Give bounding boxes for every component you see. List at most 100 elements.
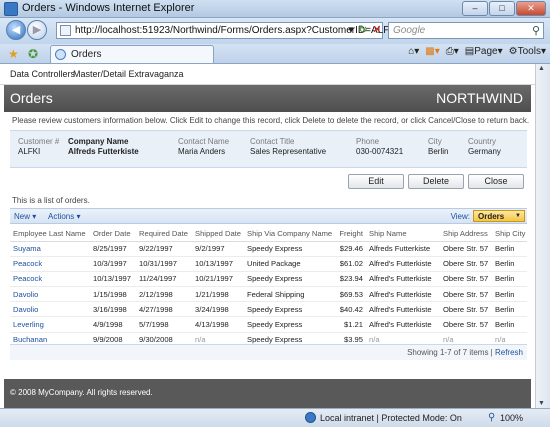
table-row[interactable]: Peacock 10/13/1997 11/24/1997 10/21/1997…: [10, 271, 527, 288]
scroll-down-icon[interactable]: ▼: [538, 400, 545, 407]
cell-shipped-date: 10/21/1997: [192, 271, 244, 288]
cell-ship-via: Speedy Express: [244, 241, 334, 257]
menu-item-data-controllers[interactable]: Data Controllers: [10, 69, 75, 79]
zoom-level[interactable]: 100%: [500, 413, 523, 423]
page-title: Orders: [10, 90, 53, 106]
page-menu[interactable]: ▤Page▾: [465, 46, 503, 57]
refresh-link[interactable]: Refresh: [495, 348, 523, 357]
field-contact-title: Contact Title Sales Representative: [250, 137, 326, 156]
column-header[interactable]: Ship Address: [440, 226, 492, 242]
view-selector[interactable]: Orders ▼: [473, 210, 525, 222]
maximize-button[interactable]: □: [489, 1, 515, 16]
cell-required-date: 2/12/1998: [136, 286, 192, 303]
delete-button[interactable]: Delete: [408, 174, 464, 189]
cell-shipped-date: 3/24/1998: [192, 301, 244, 318]
zoom-icon[interactable]: ⚲: [488, 412, 495, 423]
cell-order-date: 8/25/1997: [90, 241, 136, 257]
cell-order-date: 4/9/1998: [90, 316, 136, 333]
cell-shipped-date: 9/2/1997: [192, 241, 244, 257]
cell-freight: $1.21: [334, 316, 366, 333]
cell-employee[interactable]: Peacock: [10, 256, 90, 272]
forward-button[interactable]: ▶: [27, 20, 47, 40]
grid-action-bar: New ▾ Actions ▾ View: Orders ▼: [10, 208, 527, 224]
close-window-button[interactable]: ✕: [516, 1, 546, 16]
refresh-icon[interactable]: ↻: [356, 23, 370, 37]
field-value: Maria Anders: [178, 147, 226, 156]
add-favorite-icon[interactable]: ✪: [28, 47, 38, 61]
status-bar: Local intranet | Protected Mode: On ⚲ 10…: [0, 408, 550, 427]
close-button[interactable]: Close: [468, 174, 524, 189]
command-bar: ⌂▾ ▩▾ ⎙▾ ▤Page▾ ⚙Tools▾: [408, 46, 546, 57]
menu-item-master-detail[interactable]: Master/Detail Extravaganza: [73, 69, 184, 79]
column-header[interactable]: Shipped Date: [192, 226, 244, 242]
search-box[interactable]: Google ⚲: [388, 22, 544, 39]
cell-required-date: 11/24/1997: [136, 271, 192, 288]
cell-freight: $29.46: [334, 241, 366, 257]
column-header[interactable]: Ship Name: [366, 226, 440, 242]
back-button[interactable]: ◀: [6, 20, 26, 40]
field-country: Country Germany: [468, 137, 501, 156]
cell-required-date: 5/7/1998: [136, 316, 192, 333]
favorites-star-icon[interactable]: ★: [8, 47, 19, 61]
tab-orders[interactable]: Orders: [50, 45, 214, 63]
feeds-icon[interactable]: ▩▾: [425, 46, 439, 57]
cell-required-date: 4/27/1998: [136, 301, 192, 318]
cell-ship-via: Speedy Express: [244, 271, 334, 288]
cell-employee[interactable]: Davolio: [10, 286, 90, 303]
field-company-name: Company Name Alfreds Futterkiste: [68, 137, 139, 156]
cell-employee[interactable]: Peacock: [10, 271, 90, 288]
cell-ship-via: Speedy Express: [244, 316, 334, 333]
table-row[interactable]: Peacock 10/3/1997 10/31/1997 10/13/1997 …: [10, 256, 527, 272]
print-icon[interactable]: ⎙▾: [446, 46, 459, 57]
cell-ship-name: Alfred's Futterkiste: [366, 286, 440, 303]
site-menu: Data Controllers Master/Detail Extravaga…: [0, 64, 535, 85]
actions-menu[interactable]: Actions ▾: [48, 212, 80, 221]
cell-order-date: 10/13/1997: [90, 271, 136, 288]
column-header[interactable]: Order Date: [90, 226, 136, 242]
field-label: Company Name: [68, 137, 129, 146]
table-row[interactable]: Leverling 4/9/1998 5/7/1998 4/13/1998 Sp…: [10, 316, 527, 333]
search-icon[interactable]: ⚲: [532, 24, 540, 37]
table-row[interactable]: Davolio 3/16/1998 4/27/1998 3/24/1998 Sp…: [10, 301, 527, 318]
tools-menu[interactable]: ⚙Tools▾: [509, 46, 546, 57]
security-zone: Local intranet | Protected Mode: On: [320, 413, 462, 423]
field-value: Alfreds Futterkiste: [68, 147, 139, 156]
home-icon[interactable]: ⌂▾: [408, 46, 419, 57]
table-row[interactable]: Suyama 8/25/1997 9/22/1997 9/2/1997 Spee…: [10, 241, 527, 257]
field-label: City: [428, 137, 442, 146]
new-menu[interactable]: New ▾: [14, 212, 36, 221]
address-bar[interactable]: http://localhost:51923/Northwind/Forms/O…: [56, 22, 399, 39]
column-header[interactable]: Freight: [334, 226, 366, 242]
tab-page-icon: [55, 49, 66, 60]
cell-employee[interactable]: Davolio: [10, 301, 90, 318]
edit-button[interactable]: Edit: [348, 174, 404, 189]
cell-shipped-date: 4/13/1998: [192, 316, 244, 333]
column-header[interactable]: Required Date: [136, 226, 192, 242]
cell-ship-address: Obere Str. 57: [440, 241, 492, 257]
scroll-up-icon[interactable]: ▲: [538, 65, 545, 72]
cell-order-date: 10/3/1997: [90, 256, 136, 272]
field-value: Sales Representative: [250, 147, 327, 156]
field-city: City Berlin: [428, 137, 448, 156]
cell-order-date: 1/15/1998: [90, 286, 136, 303]
field-label: Contact Title: [250, 137, 295, 146]
page-icon: [60, 25, 71, 36]
minimize-button[interactable]: –: [462, 1, 488, 16]
cell-employee[interactable]: Suyama: [10, 241, 90, 257]
cell-employee[interactable]: Leverling: [10, 316, 90, 333]
cell-freight: $23.94: [334, 271, 366, 288]
column-header[interactable]: Ship Via Company Name: [244, 226, 334, 242]
cell-required-date: 10/31/1997: [136, 256, 192, 272]
column-header[interactable]: Ship City: [492, 226, 527, 242]
vertical-scrollbar[interactable]: ▲ ▼: [535, 64, 550, 408]
cell-ship-city: Berlin: [492, 316, 527, 333]
stop-icon[interactable]: ✕: [370, 23, 384, 37]
field-label: Contact Name: [178, 137, 230, 146]
pager-text: Showing 1-7 of 7 items |: [407, 348, 493, 357]
cell-ship-address: Obere Str. 57: [440, 301, 492, 318]
orders-grid: Employee Last Name Order Date Required D…: [10, 226, 527, 348]
cell-ship-name: Alfred's Futterkiste: [366, 316, 440, 333]
column-header[interactable]: Employee Last Name: [10, 226, 90, 242]
cell-shipped-date: 1/21/1998: [192, 286, 244, 303]
table-row[interactable]: Davolio 1/15/1998 2/12/1998 1/21/1998 Fe…: [10, 286, 527, 303]
